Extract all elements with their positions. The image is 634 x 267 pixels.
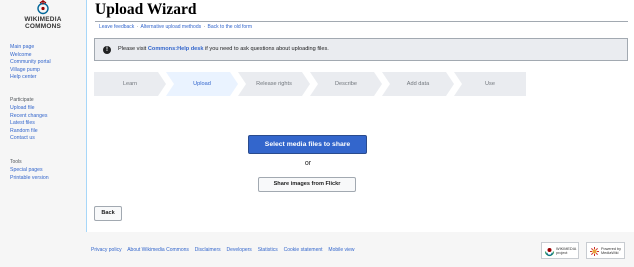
- step-learn: Learn: [94, 72, 166, 96]
- sidebar-item-main-page[interactable]: Main page: [10, 44, 86, 52]
- notice-icon: !: [103, 46, 111, 54]
- commons-logo-icon: [37, 0, 49, 15]
- step-label-describe: Describe: [334, 81, 358, 87]
- sidebar-tools-section: Tools Special pages Printable version: [10, 159, 86, 182]
- subnav-separator: ·: [203, 24, 206, 30]
- sidebar-main-nav: Main page Welcome Community portal Villa…: [10, 44, 86, 82]
- sidebar: WIKIMEDIA COMMONS Main page Welcome Comm…: [0, 0, 86, 267]
- help-notice: ! Please visit Commons:Help desk if you …: [94, 38, 628, 61]
- wikimedia-badge-text: WIKIMEDIA project: [556, 247, 576, 255]
- sidebar-item-village-pump[interactable]: Village pump: [10, 67, 86, 75]
- mediawiki-badge-text: Powered by MediaWiki: [601, 247, 621, 255]
- share-from-flickr-button[interactable]: Share images from Flickr: [258, 177, 356, 192]
- mediawiki-logo-icon: [590, 247, 599, 256]
- sidebar-item-welcome[interactable]: Welcome: [10, 52, 86, 60]
- subnav-separator: ·: [136, 24, 139, 30]
- title-divider: [95, 21, 628, 22]
- logo-line1: WIKIMEDIA: [24, 16, 62, 23]
- sidebar-item-latest-files[interactable]: Latest files: [10, 120, 86, 128]
- step-label-use: Use: [485, 81, 495, 87]
- upload-subnav: Leave feedback · Alternative upload meth…: [99, 24, 252, 30]
- main-content: Upload Wizard Leave feedback · Alternati…: [86, 0, 634, 232]
- footer-link-cookie-statement[interactable]: Cookie statement: [284, 247, 323, 253]
- sidebar-item-community-portal[interactable]: Community portal: [10, 59, 86, 67]
- sidebar-item-upload-file[interactable]: Upload file: [10, 105, 86, 113]
- sidebar-heading-tools: Tools: [10, 159, 22, 165]
- back-button[interactable]: Back: [94, 206, 122, 221]
- alternative-upload-methods-link[interactable]: Alternative upload methods: [141, 24, 202, 30]
- footer-link-privacy-policy[interactable]: Privacy policy: [91, 247, 122, 253]
- footer-link-mobile-view[interactable]: Mobile view: [328, 247, 354, 253]
- step-add-data: Add data: [382, 72, 454, 96]
- notice-text: Please visit Commons:Help desk if you ne…: [118, 46, 329, 52]
- notice-text-after: if you need to ask questions about uploa…: [203, 46, 329, 52]
- footer-links: Privacy policy About Wikimedia Commons D…: [91, 247, 359, 253]
- badge-line: MediaWiki: [601, 251, 619, 256]
- footer-link-about[interactable]: About Wikimedia Commons: [127, 247, 189, 253]
- footer-link-disclaimers[interactable]: Disclaimers: [195, 247, 221, 253]
- sidebar-item-printable-version[interactable]: Printable version: [10, 175, 86, 183]
- select-media-files-button[interactable]: Select media files to share: [248, 135, 367, 154]
- wikimedia-commons-logo[interactable]: WIKIMEDIA COMMONS: [8, 0, 78, 38]
- sidebar-heading-participate: Participate: [10, 97, 34, 103]
- step-label-release-rights: Release rights: [256, 81, 292, 87]
- upload-steps: Learn Upload Release rights Describe Add…: [94, 72, 627, 96]
- help-desk-link[interactable]: Commons:Help desk: [148, 46, 204, 52]
- footer-link-statistics[interactable]: Statistics: [258, 247, 278, 253]
- sidebar-item-recent-changes[interactable]: Recent changes: [10, 113, 86, 121]
- step-label-add-data: Add data: [406, 81, 430, 87]
- step-release-rights: Release rights: [238, 72, 310, 96]
- leave-feedback-link[interactable]: Leave feedback: [99, 24, 134, 30]
- sidebar-item-help-center[interactable]: Help center: [10, 74, 86, 82]
- powered-by-mediawiki-badge[interactable]: Powered by MediaWiki: [586, 242, 625, 259]
- wikimedia-logo-icon: [544, 248, 555, 257]
- or-divider-text: or: [304, 160, 312, 167]
- notice-text-before: Please visit: [118, 46, 148, 52]
- back-to-old-form-link[interactable]: Back to the old form: [208, 24, 252, 30]
- page-title: Upload Wizard: [95, 1, 197, 18]
- wikimedia-project-badge[interactable]: WIKIMEDIA project: [541, 242, 579, 259]
- sidebar-item-contact-us[interactable]: Contact us: [10, 135, 86, 143]
- badge-line: project: [556, 251, 568, 256]
- sidebar-participate-section: Participate Upload file Recent changes L…: [10, 97, 86, 143]
- step-label-upload: Upload: [193, 81, 211, 87]
- step-describe: Describe: [310, 72, 382, 96]
- sidebar-item-random-file[interactable]: Random file: [10, 128, 86, 136]
- step-label-learn: Learn: [122, 81, 138, 87]
- step-upload: Upload: [166, 72, 238, 96]
- logo-line2: COMMONS: [24, 23, 62, 30]
- footer-link-developers[interactable]: Developers: [227, 247, 252, 253]
- sidebar-item-special-pages[interactable]: Special pages: [10, 167, 86, 175]
- step-use: Use: [454, 72, 526, 96]
